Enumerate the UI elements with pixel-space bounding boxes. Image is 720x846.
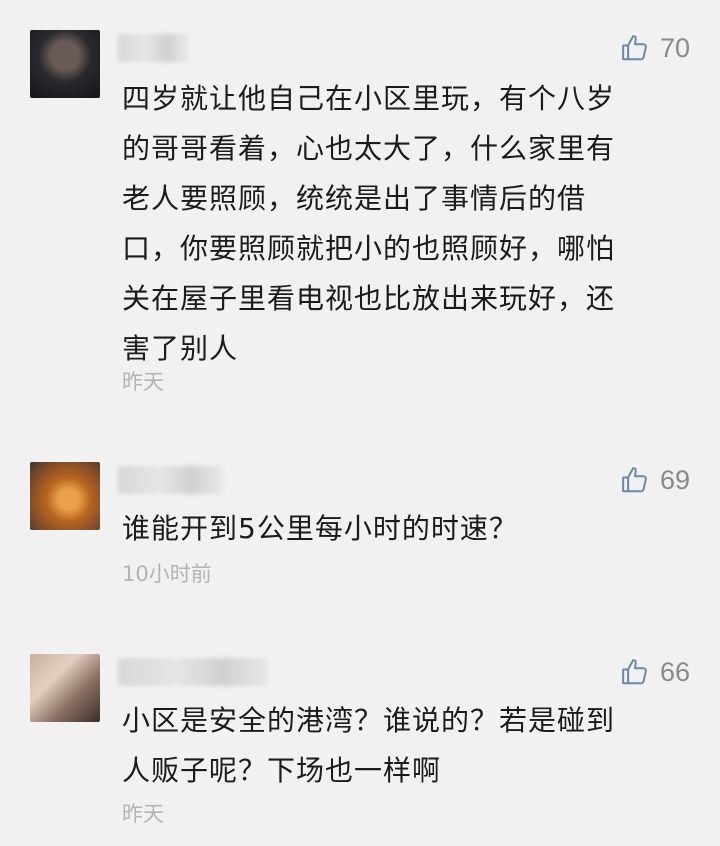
like-count: 70 [659,32,690,63]
thumbs-up-icon[interactable] [620,465,650,495]
username-blurred[interactable] [118,34,188,62]
thumbs-up-icon[interactable] [620,33,650,63]
like-count: 66 [659,656,690,687]
comment-text: 四岁就让他自己在小区里玩，有个八岁 的哥哥看着，心也太大了，什么家里有 老人要照… [122,82,616,365]
avatar[interactable] [30,462,100,530]
comment-text: 谁能开到5公里每小时的时速？ [122,512,518,545]
username-blurred[interactable] [118,658,268,686]
avatar[interactable] [30,654,100,722]
comment-text: 小区是安全的港湾？谁说的？若是碰到 人贩子呢？下场也一样啊 [122,704,616,787]
comment-time: 昨天 [122,370,164,394]
like-button[interactable]: 70 [620,30,690,66]
like-count: 69 [659,464,690,495]
username-blurred[interactable] [118,466,223,494]
comment-time: 昨天 [122,802,164,826]
like-button[interactable]: 69 [620,462,690,498]
comment-time: 10小时前 [122,562,212,586]
avatar[interactable] [30,30,100,98]
like-button[interactable]: 66 [620,654,690,690]
thumbs-up-icon[interactable] [620,657,650,687]
